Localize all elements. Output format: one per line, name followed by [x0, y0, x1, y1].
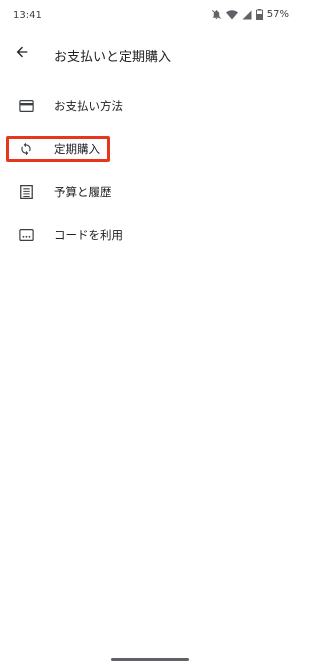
status-icons: 57% [211, 9, 289, 20]
redeem-code-icon [18, 227, 34, 243]
list-icon [18, 184, 34, 200]
highlight-annotation [6, 136, 110, 162]
menu-item-label: 予算と履歴 [54, 185, 112, 199]
credit-card-icon [18, 98, 34, 114]
status-time: 13:41 [13, 10, 42, 21]
wifi-icon [225, 9, 238, 20]
menu-item-label: コードを利用 [54, 228, 123, 242]
menu-item-payment-methods[interactable]: お支払い方法 [0, 88, 301, 124]
menu-item-budget-history[interactable]: 予算と履歴 [0, 174, 301, 210]
menu-item-redeem-code[interactable]: コードを利用 [0, 217, 301, 253]
navigation-gesture-bar[interactable] [111, 658, 189, 661]
back-button[interactable] [10, 42, 34, 66]
signal-icon [242, 10, 252, 20]
menu-item-label: お支払い方法 [54, 99, 123, 113]
battery-icon [255, 9, 263, 20]
status-bar: 13:41 57% [0, 0, 301, 32]
notifications-off-icon [211, 9, 222, 20]
page-title: お支払いと定期購入 [54, 50, 172, 65]
arrow-back-icon [14, 44, 30, 64]
battery-percentage: 57% [266, 9, 289, 20]
app-bar: お支払いと定期購入 [0, 36, 301, 72]
